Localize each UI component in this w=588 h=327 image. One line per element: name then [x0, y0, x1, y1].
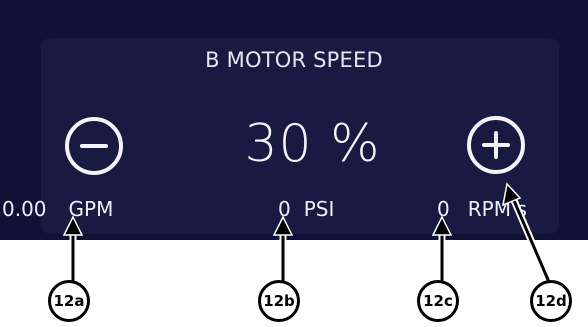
callout-12b: 12b: [258, 280, 300, 322]
callout-12d-arrow: [510, 195, 551, 283]
callout-12d: 12d: [530, 280, 572, 322]
callout-12a-arrowhead: [62, 215, 84, 236]
callout-arrows: [62, 182, 553, 286]
callout-12c: 12c: [417, 280, 459, 322]
callout-12a: 12a: [48, 280, 90, 322]
callout-12c-arrowhead: [431, 215, 453, 236]
callout-12b-arrowhead: [272, 215, 294, 236]
